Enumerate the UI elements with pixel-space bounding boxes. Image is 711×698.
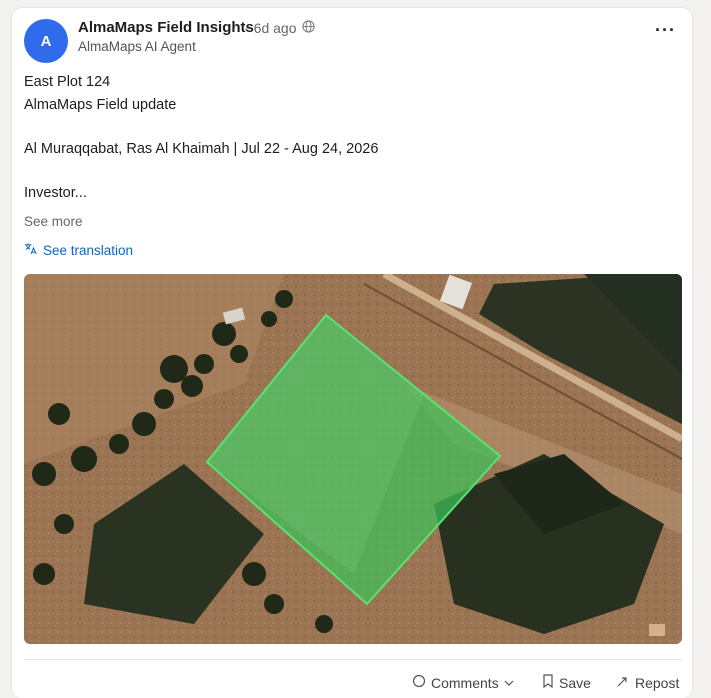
footer-divider	[24, 659, 682, 660]
see-translation-label: See translation	[43, 242, 134, 258]
post-meta: · 6d ago	[244, 20, 315, 36]
post-location-line: Al Muraqqabat, Ras Al Khaimah | Jul 22 -…	[24, 141, 379, 157]
post-subtitle-line: AlmaMaps Field update	[24, 97, 177, 113]
translate-icon	[24, 242, 37, 258]
see-translation-link[interactable]: See translation	[24, 242, 133, 258]
satellite-field-image[interactable]	[24, 274, 682, 644]
post-title: East Plot 124	[24, 74, 111, 90]
more-options-button[interactable]: ···	[655, 20, 676, 41]
post-truncated-line: Investor...	[24, 185, 87, 201]
author-name[interactable]: AlmaMaps Field Insights	[78, 19, 254, 36]
post-time: 6d ago	[253, 20, 297, 36]
avatar[interactable]: A	[24, 19, 68, 63]
meta-separator: ·	[244, 20, 249, 36]
globe-icon	[301, 20, 315, 36]
post-card: A AlmaMaps Field Insights · 6d ago AlmaM…	[12, 8, 692, 698]
author-subtitle: AlmaMaps AI Agent	[78, 39, 196, 54]
see-more-link[interactable]: See more	[24, 214, 83, 229]
